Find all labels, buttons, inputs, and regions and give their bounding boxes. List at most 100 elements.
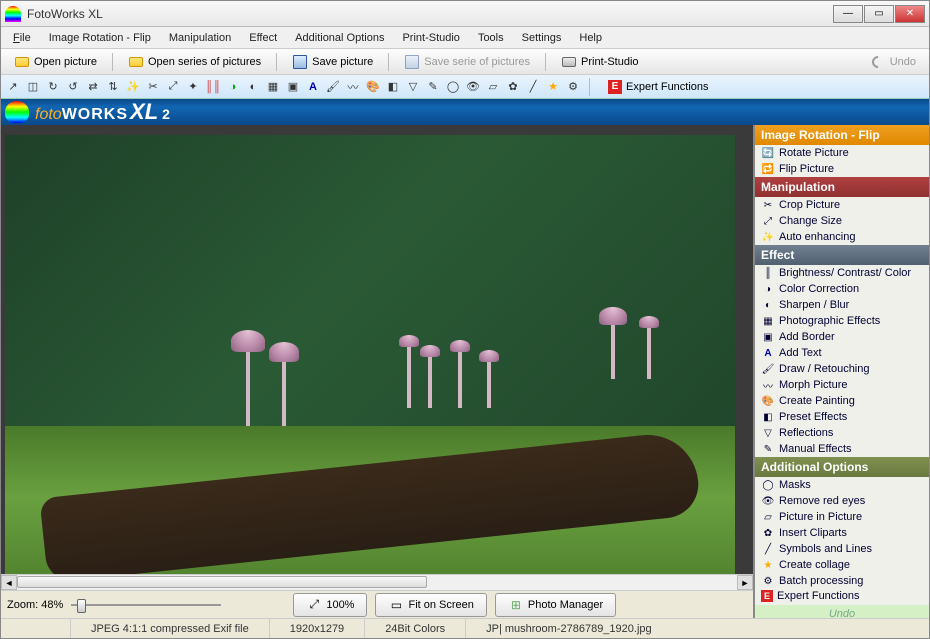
draw-retouch[interactable]: 🖌Draw / Retouching bbox=[755, 361, 929, 377]
section-rotation: Image Rotation - Flip bbox=[755, 125, 929, 145]
arrow-icon[interactable]: ↗ bbox=[5, 79, 21, 95]
masks[interactable]: ◯Masks bbox=[755, 477, 929, 493]
print-studio-button[interactable]: Print-Studio bbox=[552, 51, 647, 73]
morph-picture[interactable]: 〰Morph Picture bbox=[755, 377, 929, 393]
menu-manipulation[interactable]: Manipulation bbox=[161, 30, 239, 46]
horizontal-scrollbar[interactable]: ◄ ► bbox=[1, 574, 753, 590]
expert-functions-button[interactable]: E Expert Functions bbox=[602, 79, 715, 95]
resize-icon: ⤢ bbox=[761, 214, 775, 228]
flip-picture[interactable]: 🔁Flip Picture bbox=[755, 161, 929, 177]
photo-icon[interactable]: ▦ bbox=[265, 79, 281, 95]
picture-in-picture[interactable]: ▱Picture in Picture bbox=[755, 509, 929, 525]
zoom-slider[interactable] bbox=[71, 595, 221, 615]
save-icon bbox=[292, 54, 308, 70]
brand-banner: fotoWORKSXL2 bbox=[1, 99, 929, 125]
symbols-lines[interactable]: ╱Symbols and Lines bbox=[755, 541, 929, 557]
redeye-icon[interactable]: 👁 bbox=[465, 79, 481, 95]
photo-manager-button[interactable]: ⊞Photo Manager bbox=[495, 593, 616, 617]
menu-help[interactable]: Help bbox=[571, 30, 610, 46]
color-icon[interactable]: ◑ bbox=[225, 79, 241, 95]
app-icon bbox=[5, 6, 21, 22]
reflect-icon[interactable]: ▽ bbox=[405, 79, 421, 95]
reflections[interactable]: ▽Reflections bbox=[755, 425, 929, 441]
scissors-icon[interactable]: ✂ bbox=[145, 79, 161, 95]
rotate-picture[interactable]: 🔄Rotate Picture bbox=[755, 145, 929, 161]
create-collage[interactable]: ★Create collage bbox=[755, 557, 929, 573]
batch-icon[interactable]: ⚙ bbox=[565, 79, 581, 95]
status-filename: JP| mushroom-2786789_1920.jpg bbox=[466, 619, 929, 638]
brush-icon[interactable]: 🖌 bbox=[325, 79, 341, 95]
auto-enhancing[interactable]: ✨Auto enhancing bbox=[755, 229, 929, 245]
minimize-button[interactable]: — bbox=[833, 5, 863, 23]
scroll-right-button[interactable]: ► bbox=[737, 575, 753, 590]
photographic-effects[interactable]: ▦Photographic Effects bbox=[755, 313, 929, 329]
save-picture-button[interactable]: Save picture bbox=[283, 51, 382, 73]
close-button[interactable]: ✕ bbox=[895, 5, 925, 23]
insert-cliparts[interactable]: ✿Insert Cliparts bbox=[755, 525, 929, 541]
expert-functions[interactable]: EExpert Functions bbox=[755, 589, 929, 603]
menu-effect[interactable]: Effect bbox=[241, 30, 285, 46]
blur-icon[interactable]: ◐ bbox=[245, 79, 261, 95]
toolbar-primary: Open picture Open series of pictures Sav… bbox=[1, 49, 929, 75]
separator bbox=[545, 53, 546, 71]
batch-processing[interactable]: ⚙Batch processing bbox=[755, 573, 929, 589]
text-icon[interactable]: A bbox=[305, 79, 321, 95]
undo-button[interactable]: Undo bbox=[861, 51, 925, 73]
scroll-left-button[interactable]: ◄ bbox=[1, 575, 17, 590]
color-correction[interactable]: ◑Color Correction bbox=[755, 281, 929, 297]
flip-h-icon[interactable]: ⇄ bbox=[85, 79, 101, 95]
brightness-contrast-color[interactable]: ║Brightness/ Contrast/ Color bbox=[755, 265, 929, 281]
preset-effects[interactable]: ◧Preset Effects bbox=[755, 409, 929, 425]
create-painting[interactable]: 🎨Create Painting bbox=[755, 393, 929, 409]
pip-icon[interactable]: ▱ bbox=[485, 79, 501, 95]
statusbar: JPEG 4:1:1 compressed Exif file 1920x127… bbox=[1, 618, 929, 638]
mask-icon[interactable]: ◯ bbox=[445, 79, 461, 95]
manual-effects[interactable]: ✎Manual Effects bbox=[755, 441, 929, 457]
clipart-icon[interactable]: ✿ bbox=[505, 79, 521, 95]
change-size[interactable]: ⤢Change Size bbox=[755, 213, 929, 229]
brand-text: fotoWORKSXL2 bbox=[35, 99, 170, 125]
menu-settings[interactable]: Settings bbox=[514, 30, 570, 46]
scroll-thumb[interactable] bbox=[17, 576, 427, 588]
maximize-button[interactable]: ▭ bbox=[864, 5, 894, 23]
sliders-icon[interactable]: ║║ bbox=[205, 79, 221, 95]
pip-icon: ▱ bbox=[761, 510, 775, 524]
flip-v-icon[interactable]: ⇅ bbox=[105, 79, 121, 95]
line-icon[interactable]: ╱ bbox=[525, 79, 541, 95]
menu-tools[interactable]: Tools bbox=[470, 30, 512, 46]
crop-picture[interactable]: ✂Crop Picture bbox=[755, 197, 929, 213]
toolbar-icons: ↗ ◫ ↻ ↺ ⇄ ⇅ ✨ ✂ ⤢ ✦ ║║ ◑ ◐ ▦ ▣ A 🖌 〰 🎨 ◧… bbox=[1, 75, 929, 99]
auto-icon[interactable]: ✦ bbox=[185, 79, 201, 95]
preset-icon[interactable]: ◧ bbox=[385, 79, 401, 95]
image-canvas[interactable] bbox=[1, 125, 753, 574]
fit-screen-button[interactable]: ▭Fit on Screen bbox=[375, 593, 486, 617]
side-undo[interactable]: Undo bbox=[755, 605, 929, 618]
add-border[interactable]: ▣Add Border bbox=[755, 329, 929, 345]
frame-icon[interactable]: ▣ bbox=[285, 79, 301, 95]
wand-icon[interactable]: ✨ bbox=[125, 79, 141, 95]
printer-icon bbox=[561, 54, 577, 70]
add-text[interactable]: AAdd Text bbox=[755, 345, 929, 361]
remove-red-eyes[interactable]: 👁Remove red eyes bbox=[755, 493, 929, 509]
manual-icon[interactable]: ✎ bbox=[425, 79, 441, 95]
star-icon[interactable]: ★ bbox=[545, 79, 561, 95]
sharpen-blur[interactable]: ◐Sharpen / Blur bbox=[755, 297, 929, 313]
rotate-ccw-icon[interactable]: ↺ bbox=[65, 79, 81, 95]
rotate-cw-icon[interactable]: ↻ bbox=[45, 79, 61, 95]
menu-file[interactable]: File bbox=[5, 30, 39, 46]
resize-icon[interactable]: ⤢ bbox=[165, 79, 181, 95]
slider-thumb[interactable] bbox=[77, 599, 86, 613]
window-controls: — ▭ ✕ bbox=[833, 5, 925, 23]
open-series-button[interactable]: Open series of pictures bbox=[119, 51, 270, 73]
blur-icon: ◐ bbox=[761, 298, 775, 312]
open-picture-button[interactable]: Open picture bbox=[5, 51, 106, 73]
crop-icon[interactable]: ◫ bbox=[25, 79, 41, 95]
menu-rotation[interactable]: Image Rotation - Flip bbox=[41, 30, 159, 46]
paint-icon[interactable]: 🎨 bbox=[365, 79, 381, 95]
save-series-button[interactable]: Save serie of pictures bbox=[395, 51, 539, 73]
zoom-100-button[interactable]: ⤢100% bbox=[293, 593, 367, 617]
morph-icon[interactable]: 〰 bbox=[345, 79, 361, 95]
menu-printstudio[interactable]: Print-Studio bbox=[394, 30, 467, 46]
menu-additional[interactable]: Additional Options bbox=[287, 30, 392, 46]
scroll-track[interactable] bbox=[17, 575, 737, 590]
